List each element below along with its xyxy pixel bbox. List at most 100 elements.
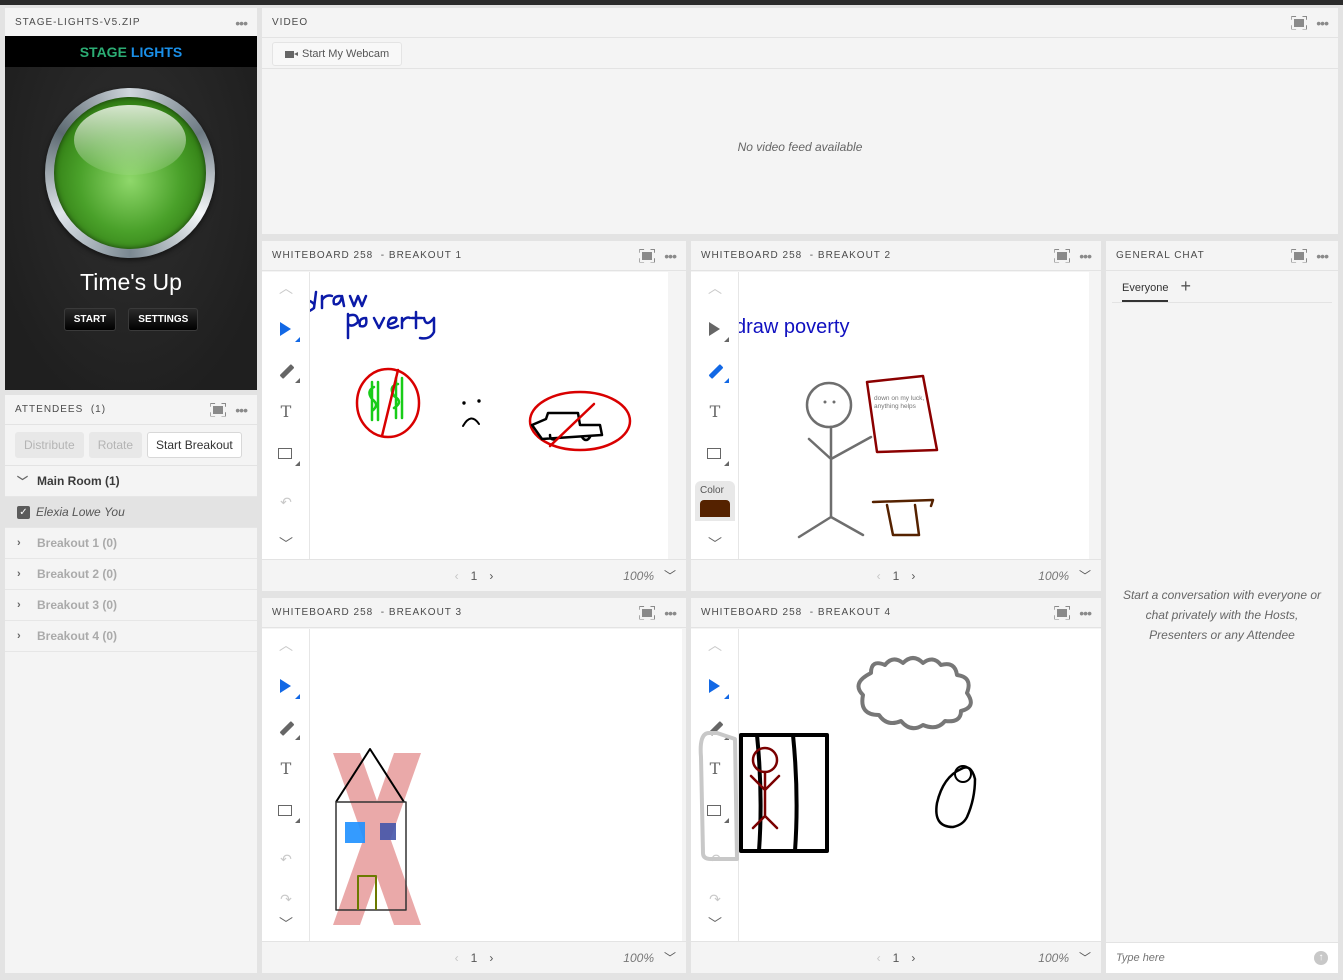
select-tool-icon[interactable] — [705, 320, 729, 342]
whiteboard-canvas[interactable]: down on my luck, anything helps draw pov… — [691, 272, 1089, 559]
distribute-button[interactable]: Distribute — [15, 432, 84, 458]
whiteboard-drawing — [300, 290, 632, 452]
handwriting-draw — [300, 290, 368, 313]
start-breakout-button[interactable]: Start Breakout — [147, 432, 242, 458]
brand-part1: STAGE — [79, 43, 127, 60]
selected-color-swatch[interactable] — [700, 500, 730, 517]
fullscreen-icon[interactable] — [1054, 249, 1070, 263]
undo-icon[interactable]: ↶ — [276, 851, 296, 871]
select-tool-icon[interactable] — [276, 320, 300, 342]
settings-button[interactable]: SETTINGS — [128, 308, 199, 331]
fullscreen-icon[interactable] — [1054, 606, 1070, 620]
pencil-tool-icon[interactable] — [276, 718, 300, 740]
page-number: 1 — [892, 568, 900, 583]
previous-page-icon[interactable]: ‹ — [877, 569, 881, 583]
scroll-up-icon[interactable]: ︿ — [276, 278, 296, 298]
text-tool-icon[interactable]: T — [705, 402, 725, 422]
whiteboard-pod-breakout-3: WHITEBOARD 258 - BREAKOUT 3 ••• ︿ T ↶ ↷ … — [262, 598, 686, 973]
scroll-up-icon[interactable]: ︿ — [705, 278, 725, 298]
whiteboard-footer: ‹ 1 › 100% ﹀ — [262, 941, 686, 973]
zoom-level: 100% — [623, 950, 654, 965]
pod-header: GENERAL CHAT ••• — [1106, 241, 1338, 271]
pod-header: WHITEBOARD 258 - BREAKOUT 2 ••• — [691, 241, 1101, 271]
green-light-indicator — [54, 97, 206, 249]
cloud — [856, 656, 973, 731]
room-breakout-3[interactable]: › Breakout 3 (0) — [5, 590, 257, 621]
stage-status-text: Time's Up — [80, 269, 182, 295]
jail-bar — [755, 733, 763, 853]
send-icon[interactable]: ↑ — [1314, 951, 1328, 965]
room-breakout-4[interactable]: › Breakout 4 (0) — [5, 621, 257, 652]
more-options-icon[interactable]: ••• — [664, 606, 677, 620]
previous-page-icon[interactable]: ‹ — [455, 951, 459, 965]
chat-message-input[interactable] — [1116, 952, 1314, 964]
fullscreen-icon[interactable] — [1291, 249, 1307, 263]
fullscreen-icon[interactable] — [639, 249, 655, 263]
pod-header: ATTENDEES (1) ••• — [5, 395, 257, 425]
pencil-tool-icon[interactable] — [705, 361, 729, 383]
tab-everyone[interactable]: Everyone — [1122, 276, 1169, 302]
more-options-icon[interactable]: ••• — [235, 16, 248, 30]
attendee-row[interactable]: ✓ Elexia Lowe You — [5, 497, 257, 528]
pod-title: STAGE-LIGHTS-V5.ZIP — [15, 17, 141, 28]
zoom-dropdown-icon[interactable]: ﹀ — [1079, 567, 1091, 584]
webcam-label: Start My Webcam — [302, 48, 390, 60]
room-main[interactable]: ﹀ Main Room (1) — [5, 466, 257, 497]
select-tool-icon[interactable] — [276, 677, 300, 699]
start-button[interactable]: START — [63, 308, 117, 331]
next-page-icon[interactable]: › — [489, 569, 493, 583]
room-label: Breakout 3 (0) — [37, 598, 118, 612]
zoom-dropdown-icon[interactable]: ﹀ — [664, 567, 676, 584]
page-number: 1 — [892, 950, 900, 965]
color-picker[interactable]: Color — [695, 481, 735, 521]
attendees-pod: ATTENDEES (1) ••• Distribute Rotate Star… — [5, 395, 257, 973]
next-page-icon[interactable]: › — [911, 569, 915, 583]
stage-lights-app: STAGE LIGHTS Time's Up START SETTINGS — [5, 36, 257, 390]
scroll-up-icon[interactable]: ︿ — [276, 635, 296, 655]
attendee-you-tag: You — [104, 505, 125, 519]
shape-tool-icon[interactable] — [705, 444, 729, 466]
more-options-icon[interactable]: ••• — [1079, 606, 1092, 620]
text-tool-icon[interactable]: T — [276, 402, 296, 422]
rotate-button[interactable]: Rotate — [88, 432, 143, 458]
room-breakout-1[interactable]: › Breakout 1 (0) — [5, 528, 257, 559]
more-options-icon[interactable]: ••• — [664, 249, 677, 263]
start-webcam-button[interactable]: Start My Webcam — [272, 42, 403, 66]
stage-lights-banner: STAGE LIGHTS — [5, 36, 257, 67]
handwriting-poverty — [346, 310, 436, 340]
next-page-icon[interactable]: › — [489, 951, 493, 965]
whiteboard-canvas[interactable]: ︿ T ↶ ↷ ﹀ — [262, 629, 682, 941]
scroll-down-icon[interactable]: ﹀ — [705, 534, 725, 554]
fullscreen-icon[interactable] — [1291, 16, 1307, 30]
undo-icon[interactable]: ↶ — [276, 494, 296, 514]
previous-page-icon[interactable]: ‹ — [877, 951, 881, 965]
fullscreen-icon[interactable] — [639, 606, 655, 620]
redo-icon[interactable]: ↷ — [276, 891, 296, 911]
room-label: Breakout 1 (0) — [37, 536, 118, 550]
attendee-checkbox[interactable]: ✓ — [17, 505, 30, 519]
whiteboard-canvas[interactable]: ︿ T ↶ ﹀ — [262, 272, 668, 559]
shape-tool-icon[interactable] — [276, 801, 300, 823]
next-page-icon[interactable]: › — [911, 951, 915, 965]
more-options-icon[interactable]: ••• — [1316, 16, 1329, 30]
page-number: 1 — [470, 568, 478, 583]
scroll-down-icon[interactable]: ﹀ — [276, 914, 296, 934]
color-label: Color — [700, 485, 724, 496]
add-chat-tab-icon[interactable]: + — [1180, 276, 1191, 297]
whiteboard-canvas[interactable]: ︿ T ↶ ↷ ﹀ — [691, 629, 1101, 941]
pod-header: VIDEO ••• — [262, 8, 1338, 38]
zoom-dropdown-icon[interactable]: ﹀ — [1079, 949, 1091, 966]
jail-bar — [791, 733, 799, 853]
text-tool-icon[interactable]: T — [276, 759, 296, 779]
previous-page-icon[interactable]: ‹ — [455, 569, 459, 583]
more-options-icon[interactable]: ••• — [1316, 249, 1329, 263]
stick-figure-head — [805, 381, 853, 429]
shape-tool-icon[interactable] — [276, 444, 300, 466]
zoom-dropdown-icon[interactable]: ﹀ — [664, 949, 676, 966]
fullscreen-icon[interactable] — [210, 403, 226, 417]
room-breakout-2[interactable]: › Breakout 2 (0) — [5, 559, 257, 590]
pencil-tool-icon[interactable] — [276, 361, 300, 383]
more-options-icon[interactable]: ••• — [1079, 249, 1092, 263]
more-options-icon[interactable]: ••• — [235, 403, 248, 417]
scroll-down-icon[interactable]: ﹀ — [276, 534, 296, 554]
